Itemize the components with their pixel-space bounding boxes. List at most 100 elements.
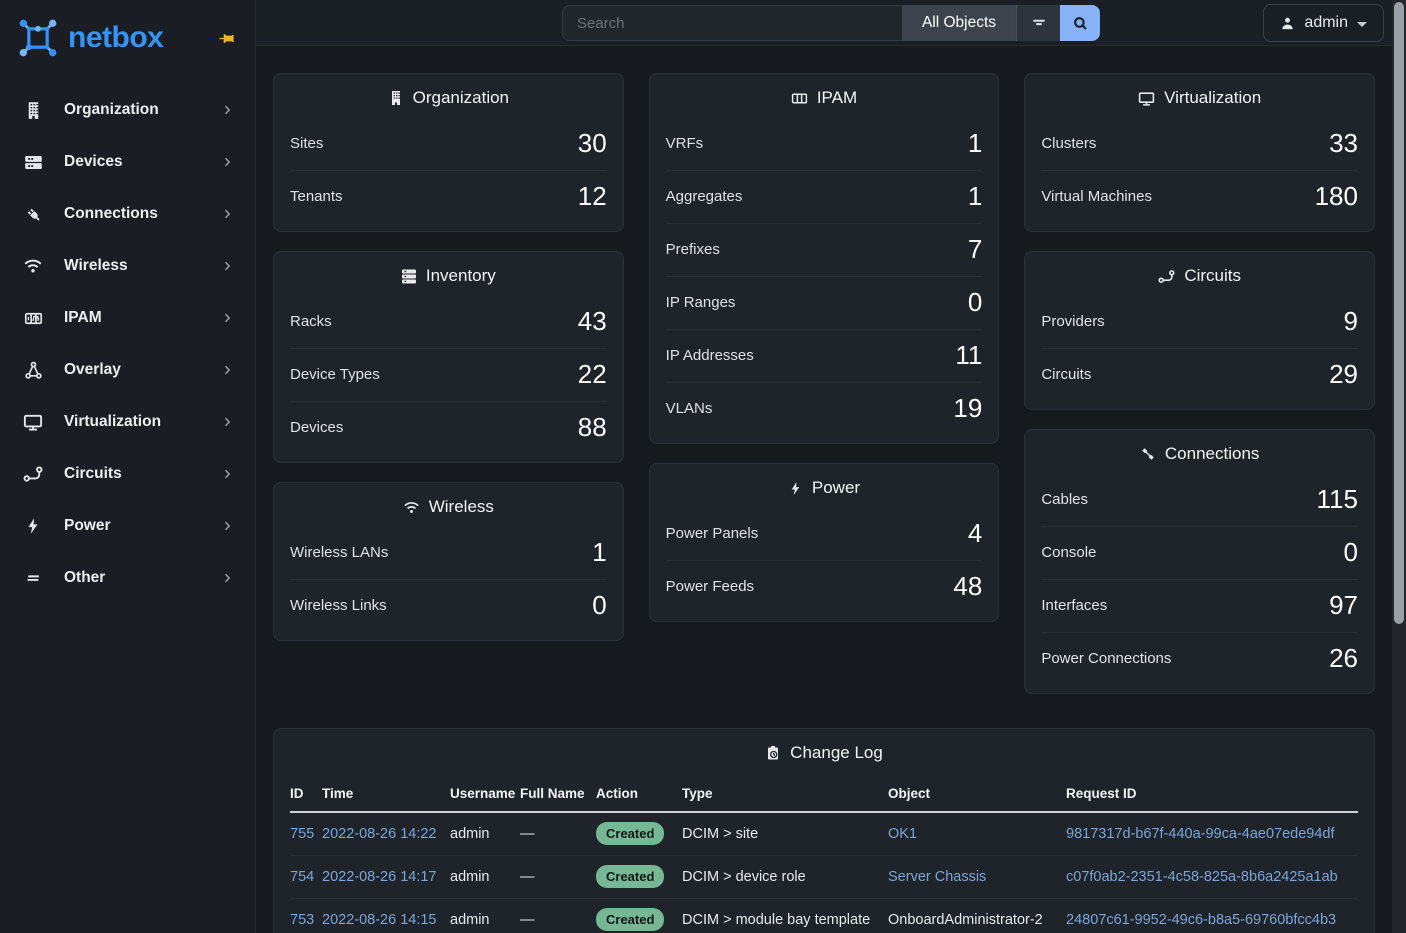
change-username: admin bbox=[450, 869, 490, 885]
search-filter-button[interactable] bbox=[1016, 5, 1060, 41]
search-submit-button[interactable] bbox=[1060, 5, 1100, 41]
stat-row-providers: Providers 9 bbox=[1041, 296, 1358, 348]
stat-row-sites: Sites 30 bbox=[290, 118, 607, 170]
scrollbar-thumb[interactable] bbox=[1394, 2, 1404, 624]
stat-label: Devices bbox=[290, 419, 343, 436]
chevron-right-icon bbox=[221, 104, 233, 116]
stat-row-cables: Cables 115 bbox=[1041, 474, 1358, 526]
sidebar-item-circuits[interactable]: Circuits bbox=[0, 448, 255, 500]
building-icon bbox=[388, 90, 404, 106]
sidebar-item-organization[interactable]: Organization bbox=[0, 84, 255, 136]
stat-value: 33 bbox=[1329, 128, 1358, 159]
page-scrollbar[interactable] bbox=[1392, 0, 1406, 933]
sidebar-item-label: Virtualization bbox=[64, 413, 221, 431]
stat-label: Circuits bbox=[1041, 366, 1091, 383]
stats-grid: Organization Sites 30 Tenants 12 Invento… bbox=[273, 73, 1375, 694]
stat-row-power-connections: Power Connections 26 bbox=[1041, 632, 1358, 685]
sidebar-item-connections[interactable]: Connections bbox=[0, 188, 255, 240]
changelog-card-header: Change Log bbox=[274, 729, 1374, 773]
stat-value: 19 bbox=[953, 393, 982, 424]
stat-value: 97 bbox=[1329, 590, 1358, 621]
monitor-icon bbox=[22, 412, 44, 432]
change-time-link[interactable]: 2022-08-26 14:15 bbox=[322, 912, 437, 928]
change-object-link[interactable]: OK1 bbox=[888, 826, 917, 842]
server-icon bbox=[401, 268, 417, 284]
wifi-icon bbox=[22, 256, 44, 276]
chevron-right-icon bbox=[221, 572, 233, 584]
circuits-card-header: Circuits bbox=[1025, 252, 1374, 296]
sidebar-item-other[interactable]: Other bbox=[0, 552, 255, 604]
sidebar-item-overlay[interactable]: Overlay bbox=[0, 344, 255, 396]
stat-value: 115 bbox=[1317, 484, 1358, 515]
stat-label: Interfaces bbox=[1041, 597, 1107, 614]
card-title: Change Log bbox=[790, 743, 883, 763]
search-input[interactable] bbox=[562, 5, 902, 41]
changelog-row: 755 2022-08-26 14:22 admin — Created DCI… bbox=[290, 812, 1358, 856]
inventory-card: Inventory Racks 43 Device Types 22 Devic… bbox=[273, 251, 624, 463]
stat-label: Clusters bbox=[1041, 135, 1096, 152]
column-header-id: ID bbox=[290, 777, 322, 812]
power-card-header: Power bbox=[650, 464, 999, 508]
stat-row-prefixes: Prefixes 7 bbox=[666, 223, 983, 276]
sidebar-item-label: Overlay bbox=[64, 361, 221, 379]
stat-label: Wireless Links bbox=[290, 597, 387, 614]
action-badge: Created bbox=[596, 822, 664, 845]
changelog-card: Change Log ID Time Username Full Name Ac… bbox=[273, 728, 1375, 933]
stat-row-racks: Racks 43 bbox=[290, 296, 607, 348]
search-scope-dropdown[interactable]: All Objects bbox=[902, 5, 1016, 41]
chevron-right-icon bbox=[221, 208, 233, 220]
request-id-link[interactable]: 9817317d-b67f-440a-99ca-4ae07ede94df bbox=[1066, 826, 1334, 842]
stat-value: 0 bbox=[592, 590, 606, 621]
change-object-link[interactable]: Server Chassis bbox=[888, 869, 986, 885]
wireless-card: Wireless Wireless LANs 1 Wireless Links … bbox=[273, 482, 624, 641]
netbox-logo[interactable]: netbox bbox=[16, 16, 163, 60]
action-badge: Created bbox=[596, 908, 664, 931]
stat-label: Power Feeds bbox=[666, 578, 754, 595]
stat-row-interfaces: Interfaces 97 bbox=[1041, 579, 1358, 632]
sidebar: netbox Organization bbox=[0, 0, 256, 933]
sidebar-item-devices[interactable]: Devices bbox=[0, 136, 255, 188]
stat-label: Wireless LANs bbox=[290, 544, 388, 561]
stat-label: Power Panels bbox=[666, 525, 759, 542]
stat-value: 88 bbox=[578, 412, 607, 443]
sidebar-item-virtualization[interactable]: Virtualization bbox=[0, 396, 255, 448]
sidebar-item-wireless[interactable]: Wireless bbox=[0, 240, 255, 292]
stat-row-tenants: Tenants 12 bbox=[290, 170, 607, 223]
pin-sidebar-icon[interactable] bbox=[214, 26, 239, 51]
global-search: All Objects bbox=[562, 5, 1100, 41]
person-icon bbox=[1280, 16, 1295, 31]
chevron-right-icon bbox=[221, 364, 233, 376]
stat-value: 4 bbox=[968, 518, 982, 549]
stat-value: 9 bbox=[1344, 306, 1358, 337]
change-time-link[interactable]: 2022-08-26 14:22 bbox=[322, 826, 437, 842]
cable-icon bbox=[1140, 446, 1156, 462]
power-card: Power Power Panels 4 Power Feeds 48 bbox=[649, 463, 1000, 622]
column-header-time: Time bbox=[322, 777, 450, 812]
change-id-link[interactable]: 753 bbox=[290, 912, 314, 928]
change-type: DCIM > module bay template bbox=[682, 912, 870, 928]
change-username: admin bbox=[450, 826, 490, 842]
change-id-link[interactable]: 754 bbox=[290, 869, 314, 885]
request-id-link[interactable]: c07f0ab2-2351-4c58-825a-8b6a2425a1ab bbox=[1066, 869, 1338, 885]
sidebar-item-label: Organization bbox=[64, 101, 221, 119]
organization-card-header: Organization bbox=[274, 74, 623, 118]
change-full-name: — bbox=[520, 826, 535, 842]
change-type: DCIM > site bbox=[682, 826, 758, 842]
chevron-right-icon bbox=[221, 468, 233, 480]
stat-value: 26 bbox=[1329, 643, 1358, 674]
stat-value: 48 bbox=[953, 571, 982, 602]
connections-card-header: Connections bbox=[1025, 430, 1374, 474]
sidebar-item-ipam[interactable]: IPAM bbox=[0, 292, 255, 344]
user-menu-button[interactable]: admin bbox=[1263, 4, 1384, 42]
request-id-link[interactable]: 24807c61-9952-49c6-b8a5-69760bfcc4b3 bbox=[1066, 912, 1336, 928]
stat-label: Racks bbox=[290, 313, 332, 330]
netbox-wordmark: netbox bbox=[68, 21, 163, 55]
change-id-link[interactable]: 755 bbox=[290, 826, 314, 842]
chevron-right-icon bbox=[221, 520, 233, 532]
stat-label: VRFs bbox=[666, 135, 704, 152]
change-time-link[interactable]: 2022-08-26 14:17 bbox=[322, 869, 437, 885]
transit-icon bbox=[22, 464, 44, 484]
column-header-object: Object bbox=[888, 777, 1066, 812]
card-title: Inventory bbox=[426, 266, 496, 286]
sidebar-item-power[interactable]: Power bbox=[0, 500, 255, 552]
